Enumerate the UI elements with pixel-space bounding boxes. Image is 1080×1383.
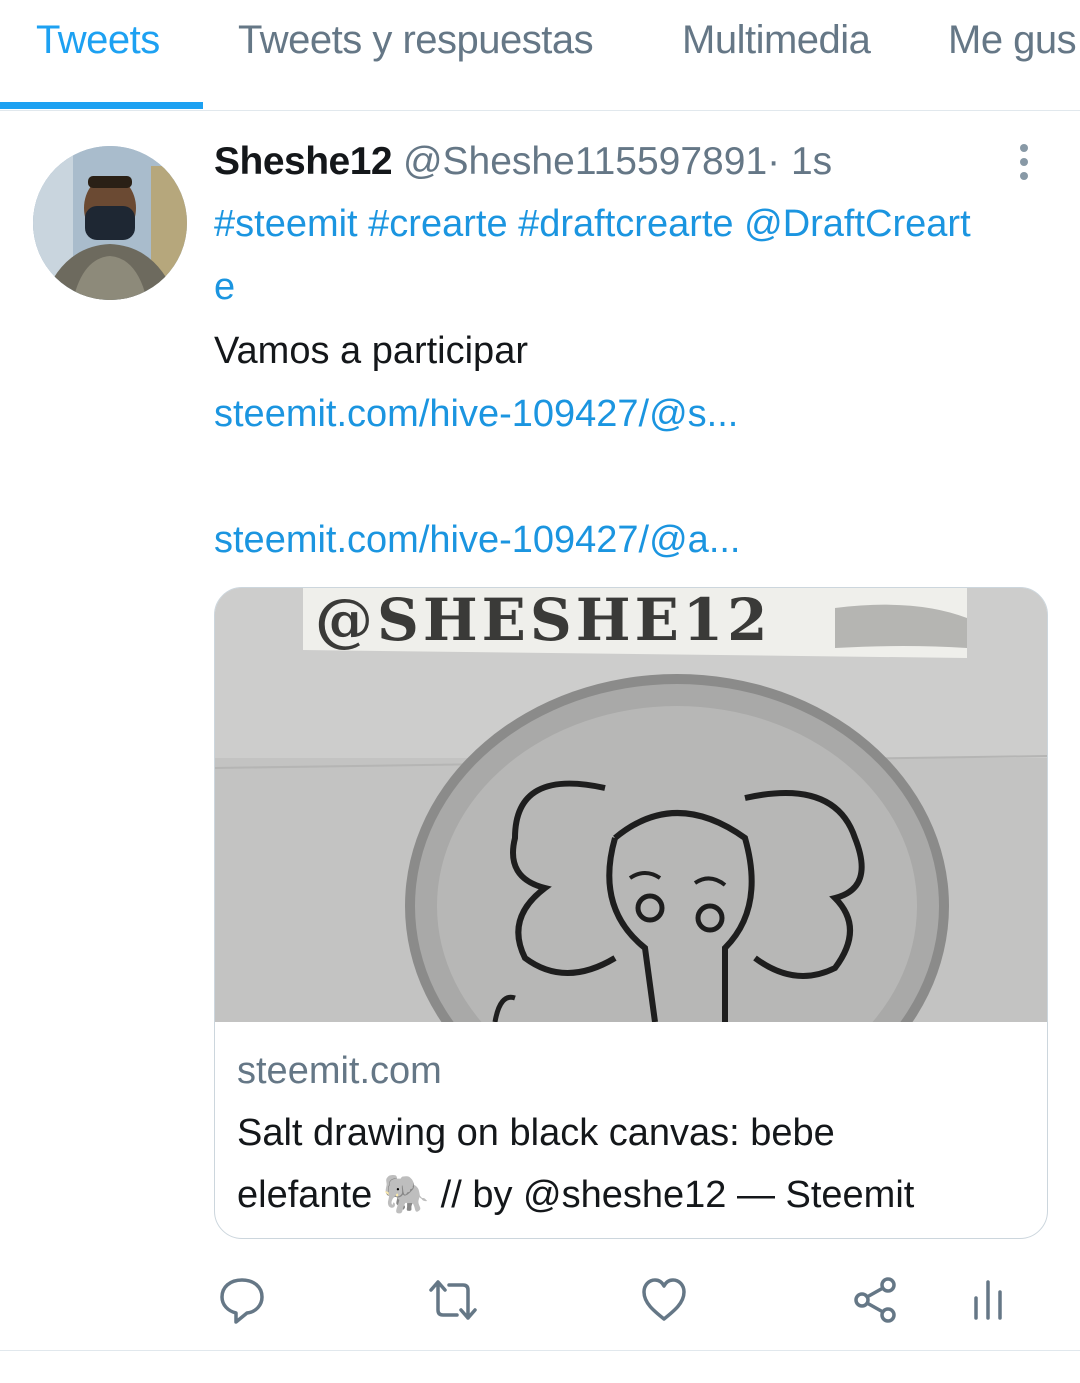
analytics-icon[interactable] xyxy=(960,1272,1016,1328)
tab-likes[interactable]: Me gus xyxy=(948,18,1077,63)
avatar[interactable] xyxy=(33,146,187,300)
card-title: Salt drawing on black canvas: bebe elefa… xyxy=(237,1102,1027,1226)
tweet-text: Vamos a participar xyxy=(214,330,528,372)
card-image: @SHESHE12 xyxy=(215,588,1047,1138)
timestamp[interactable]: 1s xyxy=(791,140,832,183)
card-domain: steemit.com xyxy=(237,1050,442,1092)
reply-icon[interactable] xyxy=(214,1272,270,1328)
tweet-hashtags-line1[interactable]: #steemit #crearte #draftcrearte @DraftCr… xyxy=(214,203,971,246)
card-sign-text: @SHESHE12 xyxy=(315,588,772,654)
card-title-line1: Salt drawing on black canvas: bebe xyxy=(237,1112,835,1154)
tweet-link-2[interactable]: steemit.com/hive-109427/@a... xyxy=(214,519,741,562)
link-preview-card[interactable]: @SHESHE12 steemit.com Salt drawing on bl… xyxy=(214,587,1048,1239)
tab-tweets-replies[interactable]: Tweets y respuestas xyxy=(238,18,594,63)
user-handle[interactable]: @Sheshe115597891 xyxy=(403,140,767,183)
card-title-line2: elefante 🐘 // by @sheshe12 — Steemit xyxy=(237,1174,915,1216)
more-options-icon[interactable] xyxy=(1006,140,1042,186)
tweet-divider xyxy=(0,1350,1080,1351)
like-icon[interactable] xyxy=(636,1272,692,1328)
active-tab-indicator xyxy=(0,102,203,109)
display-name[interactable]: Sheshe12 xyxy=(214,140,393,183)
tweet-header: Sheshe12 @Sheshe115597891· 1s xyxy=(214,140,832,184)
profile-tabs: Tweets Tweets y respuestas Multimedia Me… xyxy=(0,0,1080,111)
tab-tweets[interactable]: Tweets xyxy=(36,18,160,63)
tweet-link-1[interactable]: steemit.com/hive-109427/@s... xyxy=(214,393,738,436)
separator-dot: · xyxy=(767,140,781,183)
tab-multimedia[interactable]: Multimedia xyxy=(682,18,871,63)
retweet-icon[interactable] xyxy=(425,1272,481,1328)
share-icon[interactable] xyxy=(848,1272,904,1328)
tweet-hashtags-line2[interactable]: e xyxy=(214,266,235,309)
